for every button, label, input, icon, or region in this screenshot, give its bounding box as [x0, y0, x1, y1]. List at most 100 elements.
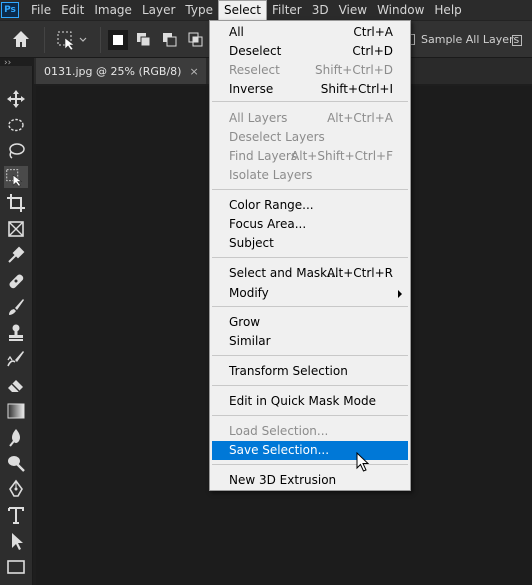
menu-item-label: Focus Area...	[229, 217, 307, 231]
menu-item-label: Inverse	[229, 82, 274, 96]
menu-item-label: Modify	[229, 286, 269, 300]
menu-separator	[212, 257, 408, 258]
menu-layer[interactable]: Layer	[137, 0, 180, 20]
menu-item-label: Deselect	[229, 44, 282, 58]
document-tab-title: 0131.jpg @ 25% (RGB/8)	[44, 64, 182, 78]
healing-brush-icon[interactable]	[5, 270, 27, 292]
menu-separator	[212, 355, 408, 356]
menu-item-inverse[interactable]: Inverse Shift+Ctrl+I	[212, 80, 408, 99]
lasso-icon[interactable]	[5, 140, 27, 162]
menu-item-label: Similar	[229, 334, 271, 348]
menu-item-label: Reselect	[229, 63, 280, 77]
new-selection-icon[interactable]	[108, 30, 128, 50]
menu-item-shortcut: Alt+Ctrl+R	[326, 266, 393, 280]
menu-item-label: Select and Mask...	[229, 266, 339, 280]
pen-icon[interactable]	[5, 478, 27, 500]
menu-item-label: Subject	[229, 236, 274, 250]
tools-panel	[0, 66, 33, 585]
menu-item-label: Deselect Layers	[229, 130, 325, 144]
menu-help[interactable]: Help	[429, 0, 466, 20]
menu-item-similar[interactable]: Similar	[212, 332, 408, 351]
menu-item-quick-mask[interactable]: Edit in Quick Mask Mode	[212, 392, 408, 411]
menu-item-deselect-layers[interactable]: Deselect Layers	[212, 128, 408, 147]
crop-icon[interactable]	[5, 192, 27, 214]
menu-filter[interactable]: Filter	[267, 0, 307, 20]
type-icon[interactable]	[5, 504, 27, 526]
menu-item-select-and-mask[interactable]: Select and Mask... Alt+Ctrl+R	[212, 264, 408, 283]
menu-item-modify[interactable]: Modify	[212, 284, 408, 303]
menu-3d[interactable]: 3D	[307, 0, 334, 20]
document-tab[interactable]: 0131.jpg @ 25% (RGB/8) ×	[36, 58, 206, 84]
sample-all-layers-label: Sample All Layers	[421, 33, 520, 46]
menu-item-label: Load Selection...	[229, 424, 329, 438]
rectangle-icon[interactable]	[5, 556, 27, 578]
eraser-icon[interactable]	[5, 374, 27, 396]
menu-file[interactable]: File	[26, 0, 56, 20]
menu-item-all[interactable]: All Ctrl+A	[212, 23, 408, 42]
menu-item-label: Edit in Quick Mask Mode	[229, 394, 376, 408]
options-separator	[44, 27, 45, 53]
select-menu-dropdown: All Ctrl+A Deselect Ctrl+D Reselect Shif…	[209, 20, 411, 491]
brush-icon[interactable]	[5, 296, 27, 318]
home-icon[interactable]	[10, 29, 32, 49]
menu-item-color-range[interactable]: Color Range...	[212, 196, 408, 215]
menu-item-shortcut: Alt+Shift+Ctrl+F	[291, 149, 393, 163]
menu-item-label: New 3D Extrusion	[229, 473, 337, 487]
path-selection-icon[interactable]	[5, 530, 27, 552]
menu-item-subject[interactable]: Subject	[212, 234, 408, 253]
stamp-icon[interactable]	[5, 322, 27, 344]
menu-item-isolate-layers[interactable]: Isolate Layers	[212, 166, 408, 185]
menu-item-transform-selection[interactable]: Transform Selection	[212, 362, 408, 381]
menu-item-find-layers[interactable]: Find Layers Alt+Shift+Ctrl+F	[212, 147, 408, 166]
menu-item-all-layers[interactable]: All Layers Alt+Ctrl+A	[212, 109, 408, 128]
menu-separator	[212, 464, 408, 465]
gradient-icon[interactable]	[5, 400, 27, 422]
menu-item-reselect[interactable]: Reselect Shift+Ctrl+D	[212, 61, 408, 80]
menu-item-label: Isolate Layers	[229, 168, 313, 182]
menu-edit[interactable]: Edit	[56, 0, 89, 20]
menu-item-shortcut: Ctrl+D	[352, 44, 393, 58]
menu-select[interactable]: Select	[217, 0, 267, 20]
add-to-selection-icon[interactable]	[134, 30, 154, 50]
move-icon[interactable]	[5, 88, 27, 110]
menu-item-shortcut: Shift+Ctrl+D	[315, 63, 393, 77]
history-brush-icon[interactable]	[5, 348, 27, 370]
menu-separator	[212, 415, 408, 416]
sample-all-layers-checkbox[interactable]: Sample All Layers	[404, 33, 519, 46]
marquee-icon[interactable]	[5, 114, 27, 136]
menu-bar: Ps File Edit Image Layer Type Select Fil…	[0, 0, 532, 20]
menu-item-label: All	[229, 25, 244, 39]
menu-separator	[212, 306, 408, 307]
mouse-cursor-icon	[356, 451, 370, 472]
tool-preset-picker[interactable]	[56, 29, 90, 51]
menu-item-deselect[interactable]: Deselect Ctrl+D	[212, 42, 408, 61]
menu-separator	[212, 101, 408, 102]
menu-item-label: Grow	[229, 315, 261, 329]
object-selection-icon[interactable]	[4, 166, 28, 188]
menu-item-label: Find Layers	[229, 149, 298, 163]
menu-item-load-selection[interactable]: Load Selection...	[212, 422, 408, 441]
eyedropper-icon[interactable]	[5, 244, 27, 266]
options-separator	[100, 27, 101, 53]
menu-image[interactable]: Image	[89, 0, 137, 20]
blur-icon[interactable]	[5, 426, 27, 448]
menu-item-shortcut: Shift+Ctrl+I	[320, 82, 393, 96]
menu-view[interactable]: View	[334, 0, 372, 20]
submenu-arrow-icon	[398, 290, 402, 298]
dodge-icon[interactable]	[5, 452, 27, 474]
menu-item-label: Save Selection...	[229, 443, 330, 457]
subtract-from-selection-icon[interactable]	[160, 30, 180, 50]
menu-item-save-selection[interactable]: Save Selection...	[212, 441, 408, 460]
menu-window[interactable]: Window	[372, 0, 429, 20]
menu-item-new-3d-extrusion[interactable]: New 3D Extrusion	[212, 471, 408, 490]
menu-item-grow[interactable]: Grow	[212, 313, 408, 332]
close-icon[interactable]: ×	[189, 65, 198, 78]
menu-item-label: All Layers	[229, 111, 288, 125]
menu-type[interactable]: Type	[180, 0, 218, 20]
enhance-edge-checkbox[interactable]	[512, 35, 522, 46]
menu-separator	[212, 385, 408, 386]
menu-item-label: Transform Selection	[229, 364, 348, 378]
menu-item-focus-area[interactable]: Focus Area...	[212, 215, 408, 234]
intersect-selection-icon[interactable]	[186, 30, 206, 50]
frame-icon[interactable]	[5, 218, 27, 240]
